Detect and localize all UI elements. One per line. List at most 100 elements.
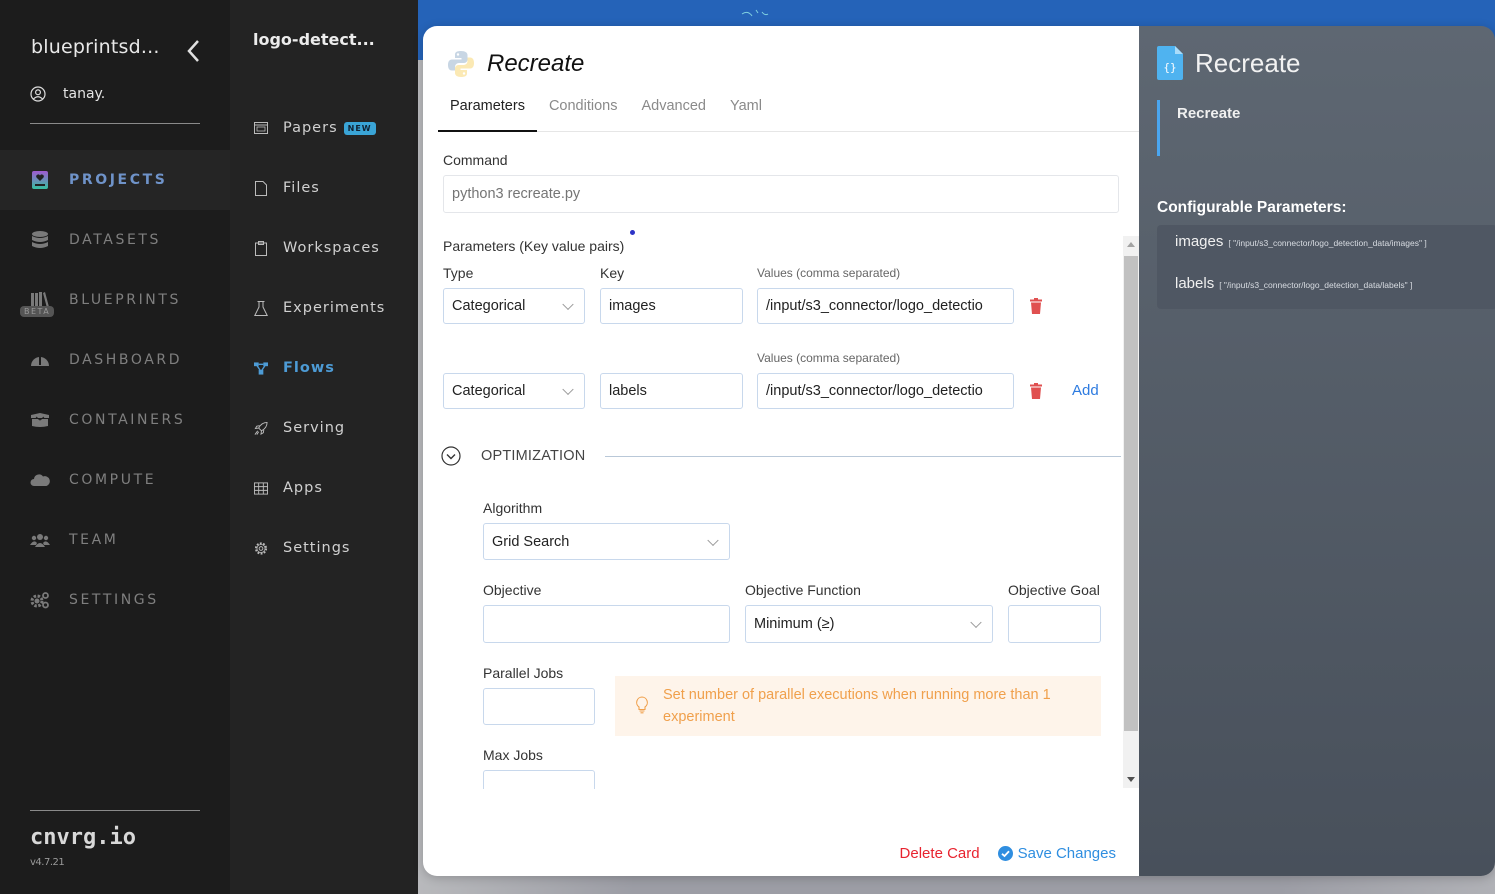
nav-dashboard[interactable]: DASHBOARD xyxy=(0,330,230,390)
chevron-down-icon xyxy=(707,534,719,546)
scrollbar-thumb[interactable] xyxy=(1124,256,1138,731)
user-profile[interactable]: tanay. xyxy=(30,86,105,102)
nav-label: PROJECTS xyxy=(69,172,168,188)
nav-label: TEAM xyxy=(69,532,119,548)
param-key-input[interactable]: labels xyxy=(600,373,743,409)
project-nav-serving[interactable]: Serving xyxy=(230,398,418,458)
algorithm-select[interactable]: Grid Search xyxy=(483,523,730,560)
param-type-value: Categorical xyxy=(452,298,526,314)
parallel-jobs-input[interactable] xyxy=(483,688,595,725)
max-jobs-input[interactable] xyxy=(483,770,595,789)
project-nav-flows[interactable]: Flows xyxy=(230,338,418,398)
param-key-value: labels xyxy=(609,383,647,399)
tab-conditions[interactable]: Conditions xyxy=(537,90,630,132)
org-name[interactable]: blueprintsd... xyxy=(31,36,160,58)
card-tabs: Parameters Conditions Advanced Yaml xyxy=(438,90,1139,132)
param-type-select[interactable]: Categorical xyxy=(443,373,585,409)
configurable-param: labels [ "/input/s3_connector/logo_detec… xyxy=(1175,275,1495,317)
nav-label: SETTINGS xyxy=(69,592,159,608)
optimization-label: OPTIMIZATION xyxy=(481,448,586,464)
check-circle-icon xyxy=(997,846,1013,861)
param-values-input[interactable]: /input/s3_connector/logo_detectio xyxy=(757,373,1014,409)
papers-icon xyxy=(254,120,268,136)
primary-nav: PROJECTS DATASETS BLUEPRINTS DASHBOARD C… xyxy=(0,150,230,630)
nav-compute[interactable]: COMPUTE xyxy=(0,450,230,510)
card-form: Recreate Parameters Conditions Advanced … xyxy=(423,26,1139,876)
algorithm-value: Grid Search xyxy=(492,533,570,550)
nav-team[interactable]: TEAM xyxy=(0,510,230,570)
nav-settings[interactable]: SETTINGS xyxy=(0,570,230,630)
project-title[interactable]: logo-detect... xyxy=(253,30,375,49)
nav-projects[interactable]: PROJECTS xyxy=(0,150,230,210)
objective-goal-input[interactable] xyxy=(1008,605,1101,643)
max-jobs-label: Max Jobs xyxy=(483,747,543,763)
beta-badge: BETA xyxy=(20,306,55,317)
param-key: labels xyxy=(1175,275,1215,292)
param-key-input[interactable]: images xyxy=(600,288,743,324)
project-nav-apps[interactable]: Apps xyxy=(230,458,418,518)
values-label: Values (comma separated) xyxy=(757,351,901,365)
objective-function-select[interactable]: Minimum (≥) xyxy=(745,605,993,643)
info-header: {} Recreate xyxy=(1157,46,1301,80)
param-type-value: Categorical xyxy=(452,383,526,399)
form-scrollbar[interactable] xyxy=(1123,236,1139,788)
project-nav-papers[interactable]: Papers NEW xyxy=(230,98,418,158)
nav-label: COMPUTE xyxy=(69,472,157,488)
param-values-value: /input/s3_connector/logo_detectio xyxy=(766,298,983,314)
scroll-down-arrow-icon[interactable] xyxy=(1127,777,1135,782)
hint-text: Set number of parallel executions when r… xyxy=(663,687,1051,725)
delete-card-button[interactable]: Delete Card xyxy=(900,845,980,862)
project-nav-files[interactable]: Files xyxy=(230,158,418,218)
objective-goal-label: Objective Goal xyxy=(1008,582,1100,598)
new-badge: NEW xyxy=(343,121,376,135)
grid-icon xyxy=(254,480,268,496)
svg-text:{}: {} xyxy=(1163,61,1176,74)
team-icon xyxy=(30,530,50,550)
project-nav-experiments[interactable]: Experiments xyxy=(230,278,418,338)
brand-logo: cnvrg.io xyxy=(30,825,136,850)
param-type-select[interactable]: Categorical xyxy=(443,288,585,324)
card-title: Recreate xyxy=(487,50,585,77)
rocket-icon xyxy=(254,420,268,436)
tab-parameters[interactable]: Parameters xyxy=(438,90,537,132)
confetti-icon xyxy=(741,9,769,17)
containers-icon xyxy=(30,410,50,430)
scroll-up-arrow-icon[interactable] xyxy=(1127,242,1135,247)
cursor-dot xyxy=(630,230,635,235)
nav-blueprints[interactable]: BLUEPRINTS xyxy=(0,270,230,330)
section-divider xyxy=(605,455,1121,457)
param-values-input[interactable]: /input/s3_connector/logo_detectio xyxy=(757,288,1014,324)
nav-label: Experiments xyxy=(283,300,386,316)
nav-label: DATASETS xyxy=(69,232,162,248)
command-input[interactable] xyxy=(443,175,1119,213)
optimization-section-header: OPTIMIZATION xyxy=(441,446,1121,466)
param-value: [ "/input/s3_connector/logo_detection_da… xyxy=(1228,238,1427,248)
nav-label: Apps xyxy=(283,480,323,496)
chevron-circle-down-icon[interactable] xyxy=(441,446,461,466)
trash-icon[interactable] xyxy=(1029,383,1043,399)
chevron-down-icon xyxy=(562,383,574,396)
info-title: Recreate xyxy=(1195,47,1301,78)
flask-icon xyxy=(254,300,268,316)
nav-label: Workspaces xyxy=(283,240,380,256)
nav-datasets[interactable]: DATASETS xyxy=(0,210,230,270)
params-label: Parameters (Key value pairs) xyxy=(443,238,625,254)
nav-label: Flows xyxy=(283,360,335,376)
tab-yaml[interactable]: Yaml xyxy=(718,90,774,132)
project-nav-settings[interactable]: Settings xyxy=(230,518,418,578)
settings-icon xyxy=(30,590,50,610)
command-label: Command xyxy=(443,152,508,168)
collapse-sidebar-icon[interactable] xyxy=(183,38,205,64)
trash-icon[interactable] xyxy=(1029,298,1043,314)
chevron-down-icon xyxy=(970,616,982,629)
nav-label: Settings xyxy=(283,540,351,556)
objective-input[interactable] xyxy=(483,605,730,643)
nav-label: DASHBOARD xyxy=(69,352,183,368)
add-param-button[interactable]: Add xyxy=(1072,382,1099,399)
save-changes-button[interactable]: Save Changes xyxy=(997,845,1116,862)
project-nav-workspaces[interactable]: Workspaces xyxy=(230,218,418,278)
nav-label: Papers xyxy=(283,120,338,136)
objective-function-value: Minimum (≥) xyxy=(754,616,835,632)
tab-advanced[interactable]: Advanced xyxy=(629,90,718,132)
nav-containers[interactable]: CONTAINERS xyxy=(0,390,230,450)
